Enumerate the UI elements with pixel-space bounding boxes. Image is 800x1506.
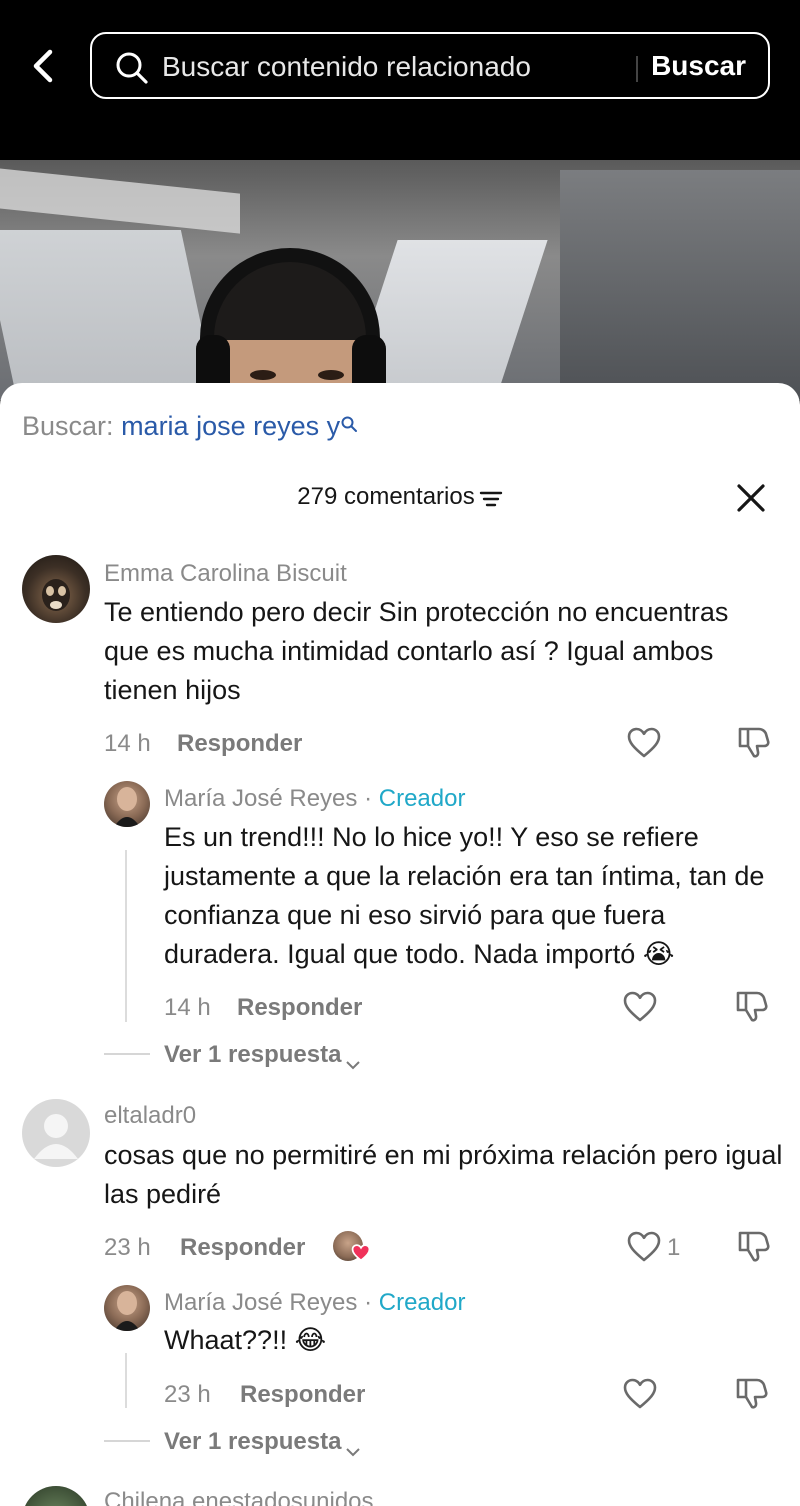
top-bar: Buscar: [0, 0, 800, 160]
search-icon: [114, 50, 150, 86]
back-arrow-icon[interactable]: [26, 46, 60, 86]
view-replies-button[interactable]: Ver 1 respuesta: [164, 1041, 361, 1070]
heart-icon[interactable]: [627, 727, 661, 759]
avatar[interactable]: [104, 1285, 150, 1331]
creator-badge: Creador: [378, 785, 466, 812]
view-replies-button[interactable]: Ver 1 respuesta: [164, 1428, 361, 1457]
dislike-icon[interactable]: [737, 1229, 771, 1263]
reply-author: María José Reyes · Creador: [164, 785, 465, 813]
comment-text: Te entiendo pero decir Sin protección no…: [104, 597, 729, 705]
search-divider: [636, 56, 638, 82]
separator: ·: [364, 1289, 373, 1316]
reply-author-name[interactable]: María José Reyes: [164, 1289, 357, 1316]
reply-time: 23 h: [164, 1381, 211, 1408]
comment-author[interactable]: Chilena enestadosunidos: [104, 1488, 374, 1506]
search-input[interactable]: [162, 48, 642, 86]
creator-badge: Creador: [378, 1289, 466, 1316]
heart-icon[interactable]: [623, 1378, 657, 1410]
comment-time: 14 h: [104, 730, 151, 757]
filter-icon[interactable]: [479, 488, 503, 508]
comment-text: cosas que no permitiré en mi próxima rel…: [104, 1140, 783, 1209]
separator: ·: [364, 785, 373, 812]
dislike-icon[interactable]: [735, 1376, 769, 1410]
chevron-down-icon: [345, 1437, 361, 1457]
related-search-prefix: Buscar:: [22, 411, 114, 441]
related-search: Buscar: maria jose reyes y: [22, 411, 358, 442]
back-wall: [560, 170, 800, 400]
close-icon[interactable]: [736, 483, 766, 513]
comments-count: 279 comentarios: [297, 483, 475, 510]
reply-button[interactable]: Responder: [180, 1234, 305, 1262]
search-bar[interactable]: Buscar: [90, 32, 770, 99]
comments-count-row: 279 comentarios: [0, 483, 800, 511]
reply-author-name[interactable]: María José Reyes: [164, 785, 357, 812]
search-button[interactable]: Buscar: [651, 50, 746, 82]
view-replies-label: Ver 1 respuesta: [164, 1041, 342, 1068]
heart-icon[interactable]: [627, 1231, 661, 1263]
reply-time: 14 h: [164, 994, 211, 1021]
view-replies-label: Ver 1 respuesta: [164, 1428, 342, 1455]
avatar[interactable]: [104, 781, 150, 827]
reply-button[interactable]: Responder: [240, 1381, 365, 1409]
person-eye: [318, 370, 344, 380]
thread-line: [125, 1353, 127, 1408]
chevron-down-icon: [345, 1050, 361, 1070]
search-icon[interactable]: [340, 409, 358, 432]
avatar[interactable]: [22, 1099, 90, 1167]
comment-time: 23 h: [104, 1234, 151, 1261]
comment-author[interactable]: Emma Carolina Biscuit: [104, 560, 347, 588]
like-count: 1: [667, 1234, 681, 1261]
heart-icon: [351, 1244, 371, 1262]
dislike-icon[interactable]: [735, 989, 769, 1023]
reply-author: María José Reyes · Creador: [164, 1289, 465, 1317]
thread-line: [125, 850, 127, 1022]
divider: [104, 1440, 150, 1442]
reply-button[interactable]: Responder: [177, 730, 302, 758]
video-preview[interactable]: [0, 160, 800, 400]
heart-icon[interactable]: [623, 991, 657, 1023]
comment-author[interactable]: eltaladr0: [104, 1102, 196, 1130]
comments-sheet: Buscar: maria jose reyes y 279 comentari…: [0, 383, 800, 1506]
avatar[interactable]: [22, 1486, 90, 1506]
reply-text: Whaat??!! 😂: [164, 1325, 327, 1355]
divider: [104, 1053, 150, 1055]
reply-button[interactable]: Responder: [237, 994, 362, 1022]
window-panel: [0, 230, 220, 400]
related-search-term[interactable]: maria jose reyes y: [121, 411, 340, 441]
dislike-icon[interactable]: [737, 725, 771, 759]
person-eye: [250, 370, 276, 380]
ceiling-light: [0, 166, 240, 234]
reply-text: Es un trend!!! No lo hice yo!! Y eso se …: [164, 822, 765, 969]
avatar[interactable]: [22, 555, 90, 623]
